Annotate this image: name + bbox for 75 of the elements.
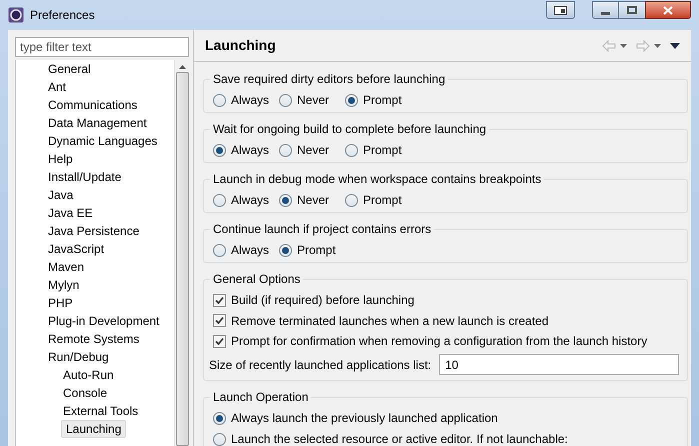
tree-item[interactable]: Java EE — [46, 204, 95, 222]
group-title: Wait for ongoing build to complete before launching — [210, 121, 490, 137]
tree-item[interactable]: Remote Systems — [46, 330, 142, 348]
group-title: Continue launch if project contains errors — [210, 221, 434, 237]
radio-label: Prompt — [297, 242, 336, 259]
group-title: General Options — [210, 271, 304, 287]
radio-button[interactable] — [279, 94, 292, 106]
tree-item[interactable]: JavaScript — [46, 240, 106, 258]
radio-button[interactable] — [279, 194, 292, 206]
window-icon — [554, 6, 567, 14]
tree-item[interactable]: Java Persistence — [46, 222, 142, 240]
menu-caret-icon[interactable] — [670, 42, 680, 48]
filter-field[interactable]: type filter text — [15, 37, 189, 57]
radio-label: Launch the selected resource or active editor. If not launchable: — [231, 431, 568, 446]
radio-button[interactable] — [279, 244, 292, 256]
tree-item[interactable]: General — [46, 60, 93, 78]
checkbox[interactable] — [213, 334, 226, 348]
radio-label: Always launch the previously launched application — [231, 410, 498, 427]
app-icon — [8, 7, 24, 23]
checkbox-label: Prompt for confirmation when removing a configuration from the launch history — [231, 333, 648, 350]
radio-button[interactable] — [213, 94, 226, 106]
radio-label: Prompt — [363, 192, 402, 209]
tree-item[interactable]: Mylyn — [46, 276, 82, 294]
group-title: Save required dirty editors before launching — [210, 71, 448, 87]
window-title: Preferences — [30, 7, 95, 24]
radio-button[interactable] — [213, 432, 226, 446]
close-button[interactable] — [645, 1, 691, 19]
tree-item[interactable]: External Tools — [61, 402, 140, 420]
tree-item[interactable]: Help — [46, 150, 75, 168]
radio-button[interactable] — [345, 194, 358, 206]
radio-button[interactable] — [213, 412, 226, 424]
caret-icon[interactable] — [654, 44, 661, 48]
tree-item[interactable]: Ant — [46, 78, 68, 96]
window-layout-button[interactable] — [546, 1, 575, 19]
radio-label: Always — [231, 92, 270, 109]
checkbox[interactable] — [213, 314, 226, 328]
radio-button[interactable] — [345, 144, 358, 156]
radio-label: Never — [297, 92, 330, 109]
tree-item[interactable]: Communications — [46, 96, 140, 114]
radio-label: Never — [297, 142, 330, 159]
radio-label: Prompt — [363, 142, 402, 159]
caret-icon[interactable] — [620, 44, 627, 48]
radio-button[interactable] — [345, 94, 358, 106]
radio-button[interactable] — [213, 144, 226, 156]
radio-label: Always — [231, 242, 270, 259]
maximize-button[interactable] — [619, 1, 645, 19]
tree-item[interactable]: Java — [46, 186, 76, 204]
radio-label: Always — [231, 142, 270, 159]
tree-item[interactable]: Dynamic Languages — [46, 132, 160, 150]
checkbox[interactable] — [213, 294, 226, 307]
scroll-up-arrow-icon[interactable] — [178, 65, 186, 69]
tree-item[interactable]: PHP — [46, 294, 75, 312]
radio-label: Never — [297, 192, 330, 209]
field-label: Size of recently launched applications list: — [209, 356, 432, 374]
radio-label: Always — [231, 192, 270, 209]
close-icon — [663, 6, 673, 14]
tree-item[interactable]: Launching — [61, 420, 126, 438]
minimize-button[interactable] — [592, 1, 619, 19]
radio-button[interactable] — [279, 144, 292, 156]
tree-item[interactable]: Data Management — [46, 114, 149, 132]
checkbox-label: Build (if required) before launching — [231, 292, 414, 310]
tree-item[interactable]: Console — [61, 384, 110, 402]
tree-item[interactable]: Plug-in Development — [46, 312, 162, 330]
group-title: Launch in debug mode when workspace contains breakpoints — [210, 171, 544, 187]
input-field[interactable]: 10 — [439, 354, 679, 375]
checkbox-label: Remove terminated launches when a new launch is created — [231, 312, 549, 330]
radio-button[interactable] — [213, 244, 226, 256]
scrollbar[interactable] — [174, 60, 189, 446]
page-title: Launching — [205, 36, 276, 55]
tree-item[interactable]: Maven — [46, 258, 86, 276]
tree-item[interactable]: Install/Update — [46, 168, 124, 186]
tree-item[interactable]: Run/Debug — [46, 348, 111, 366]
radio-label: Prompt — [363, 92, 402, 109]
tree-item[interactable]: Auto-Run — [61, 366, 116, 384]
radio-button[interactable] — [213, 194, 226, 206]
